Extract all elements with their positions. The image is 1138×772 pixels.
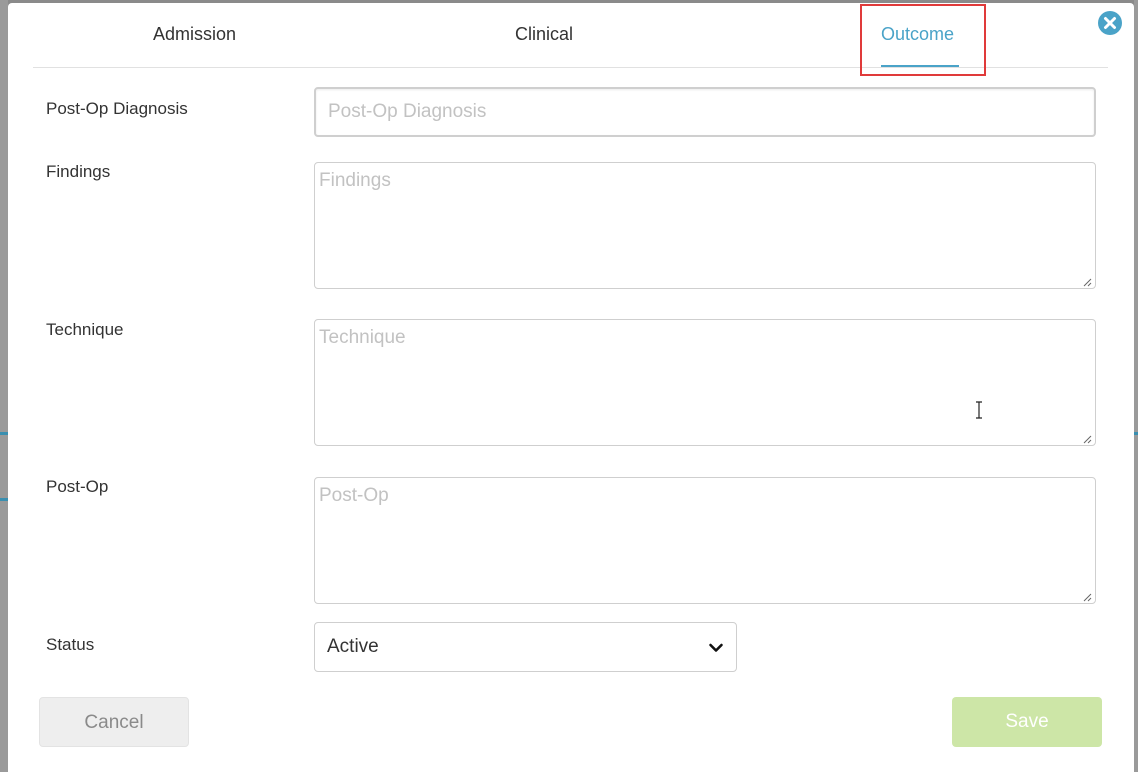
save-button[interactable]: Save <box>952 697 1102 747</box>
status-select[interactable]: Active <box>314 622 737 672</box>
findings-label: Findings <box>46 162 111 181</box>
text-cursor-icon <box>976 401 982 419</box>
post-op-textarea[interactable] <box>314 477 1096 604</box>
tab-admission[interactable]: Admission <box>153 24 236 45</box>
cancel-button[interactable]: Cancel <box>39 697 189 747</box>
background-accent-bar <box>0 432 8 435</box>
resize-grip-icon[interactable] <box>1082 434 1092 444</box>
findings-textarea[interactable] <box>314 162 1096 289</box>
close-icon[interactable] <box>1098 11 1122 35</box>
chevron-down-icon <box>709 643 723 652</box>
outcome-tab-highlight-box <box>860 4 986 76</box>
background-accent-bar <box>1134 432 1138 435</box>
background-accent-bar <box>0 498 8 501</box>
tab-clinical[interactable]: Clinical <box>515 24 573 45</box>
background-page-left <box>0 0 8 772</box>
post-op-diagnosis-label: Post-Op Diagnosis <box>46 99 188 118</box>
background-page-right <box>1134 0 1138 772</box>
technique-label: Technique <box>46 320 124 339</box>
post-op-diagnosis-input[interactable] <box>314 87 1096 137</box>
resize-grip-icon[interactable] <box>1082 277 1092 287</box>
status-label: Status <box>46 635 95 654</box>
resize-grip-icon[interactable] <box>1082 592 1092 602</box>
post-op-label: Post-Op <box>46 477 109 496</box>
status-selected-value: Active <box>327 636 379 657</box>
outcome-modal: Admission Clinical Outcome Post-Op Diagn… <box>8 3 1134 772</box>
technique-textarea[interactable] <box>314 319 1096 446</box>
